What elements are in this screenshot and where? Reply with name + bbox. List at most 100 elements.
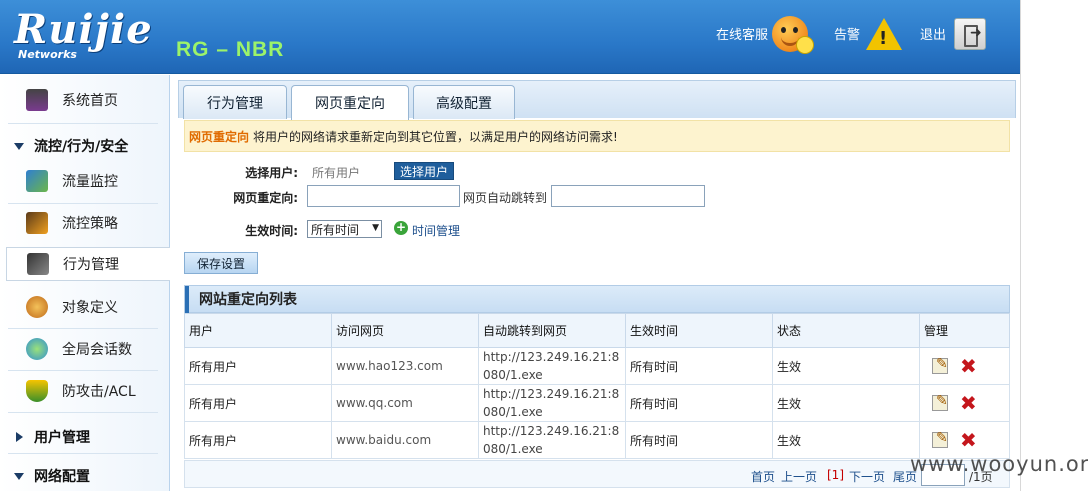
edit-icon[interactable] [932,393,948,411]
sidebar-divider [8,203,158,204]
cell-manage: ✖ [919,347,1010,385]
tab-behavior-management[interactable]: 行为管理 [183,85,287,119]
column-header-effective-time: 生效时间 [625,313,773,348]
logout-door-icon[interactable] [954,18,986,50]
delete-icon[interactable]: ✖ [960,354,977,378]
chevron-right-icon [16,432,23,442]
column-header-visit-page: 访问网页 [331,313,479,348]
sidebar-divider [8,370,158,371]
sidebar-item-label: 行为管理 [63,257,119,273]
online-support-link[interactable]: 在线客服 [716,24,768,43]
chat-bubbles-icon [26,338,48,360]
cell-jump-page: http://123.249.16.21:8080/1.exe [478,347,626,385]
selected-user-value: 所有用户 [312,166,361,180]
palette-icon [26,296,48,318]
column-header-manage: 管理 [919,313,1010,348]
sidebar-item-label: 防攻击/ACL [62,384,136,400]
cell-user: 所有用户 [184,421,332,459]
delete-icon[interactable]: ✖ [960,428,977,452]
warning-exclamation-icon: ! [879,28,888,49]
cell-status: 生效 [772,347,920,385]
cell-visit-page: www.qq.com [331,384,479,422]
web-redirect-label: 网页重定向: [233,191,298,205]
select-user-label: 选择用户: [245,166,298,180]
jump-url-input[interactable] [551,185,705,207]
sidebar-item-home[interactable]: 系统首页 [0,83,168,117]
sidebar-item-label: 系统首页 [62,93,118,109]
sidebar-item-object-definition[interactable]: 对象定义 [0,290,168,324]
effective-time-label: 生效时间: [245,224,298,238]
ruijie-logo: Ruijie Networks [14,6,153,62]
cell-status: 生效 [772,421,920,459]
redirect-table: 用户 访问网页 自动跳转到网页 生效时间 状态 管理 所有用户 www.hao1… [184,313,1010,459]
support-badge-icon [796,36,814,54]
sidebar-group-flow-security[interactable]: 流控/行为/安全 [0,133,168,159]
table-row: 所有用户 www.hao123.com http://123.249.16.21… [184,347,1010,385]
sidebar-item-flow-policy[interactable]: 流控策略 [0,206,168,240]
info-banner: 网页重定向 将用户的网络请求重新定向到其它位置，以满足用户的网络访问需求! [184,120,1010,152]
time-management-link[interactable]: 时间管理 [412,222,460,239]
sidebar-item-label: 对象定义 [62,300,118,316]
cell-status: 生效 [772,384,920,422]
tab-web-redirect[interactable]: 网页重定向 [291,85,409,120]
main-content: 行为管理 网页重定向 高级配置 网页重定向 将用户的网络请求重新定向到其它位置，… [178,80,1016,491]
first-page-link[interactable]: 首页 [751,468,775,485]
sidebar-group-label: 用户管理 [34,430,90,446]
sidebar-item-label: 流量监控 [62,174,118,190]
table-row: 所有用户 www.baidu.com http://123.249.16.21:… [184,421,1010,459]
edit-icon[interactable] [932,430,948,448]
sidebar-group-label: 流控/行为/安全 [34,139,129,155]
edit-icon[interactable] [932,356,948,374]
chevron-down-icon [14,472,24,480]
alarm-link[interactable]: 告警 [834,24,860,43]
cell-effective-time: 所有时间 [625,347,773,385]
effective-time-value: 所有时间 [311,222,360,237]
shield-icon [26,380,48,402]
sidebar-item-label: 全局会话数 [62,342,132,358]
column-header-jump-page: 自动跳转到网页 [478,313,626,348]
redirect-list-title: 网站重定向列表 [184,285,1010,313]
logo-text: Ruijie [14,6,153,53]
chart-monitor-icon [26,170,48,192]
sidebar-divider [8,412,158,413]
effective-time-select[interactable]: 所有时间 ▼ [307,220,382,238]
save-settings-button[interactable]: 保存设置 [184,252,258,274]
column-header-status: 状态 [772,313,920,348]
sidebar-divider [8,453,158,454]
add-time-icon[interactable]: + [394,221,408,235]
tab-bar: 行为管理 网页重定向 高级配置 [178,80,1016,120]
prev-page-link[interactable]: 上一页 [781,468,817,485]
monitor-icon [26,89,48,111]
cell-effective-time: 所有时间 [625,384,773,422]
bar-chart-icon [26,212,48,234]
settings-panel-icon [27,253,49,275]
right-blank-area [1020,0,1088,491]
next-page-link[interactable]: 下一页 [849,468,885,485]
sidebar-item-global-sessions[interactable]: 全局会话数 [0,332,168,366]
cell-effective-time: 所有时间 [625,421,773,459]
cell-visit-page: www.hao123.com [331,347,479,385]
tab-advanced-config[interactable]: 高级配置 [413,85,515,119]
sidebar-item-traffic-monitor[interactable]: 流量监控 [0,164,168,198]
sidebar-item-label: 流控策略 [62,216,118,232]
sidebar-item-behavior-management[interactable]: 行为管理 [6,247,170,281]
delete-icon[interactable]: ✖ [960,391,977,415]
sidebar-divider [8,123,158,124]
sidebar-item-anti-attack-acl[interactable]: 防攻击/ACL [0,374,168,408]
sidebar: 系统首页 流控/行为/安全 流量监控 流控策略 行为管理 对象定义 全局会话数 … [0,75,170,491]
select-user-button[interactable]: 选择用户 [394,162,454,180]
sidebar-group-network-config[interactable]: 网络配置 [0,463,168,489]
sidebar-group-user-management[interactable]: 用户管理 [0,424,168,450]
cell-jump-page: http://123.249.16.21:8080/1.exe [478,384,626,422]
cell-user: 所有用户 [184,384,332,422]
redirect-url-input[interactable] [307,185,460,207]
product-name: RG – NBR [176,38,285,61]
sidebar-divider [8,328,158,329]
cell-visit-page: www.baidu.com [331,421,479,459]
chevron-down-icon [14,142,24,150]
table-row: 所有用户 www.qq.com http://123.249.16.21:808… [184,384,1010,422]
dropdown-arrow-icon: ▼ [372,223,379,233]
table-header-row: 用户 访问网页 自动跳转到网页 生效时间 状态 管理 [184,313,1010,348]
logout-link[interactable]: 退出 [920,24,946,43]
watermark: www.wooyun.org [910,452,1088,476]
